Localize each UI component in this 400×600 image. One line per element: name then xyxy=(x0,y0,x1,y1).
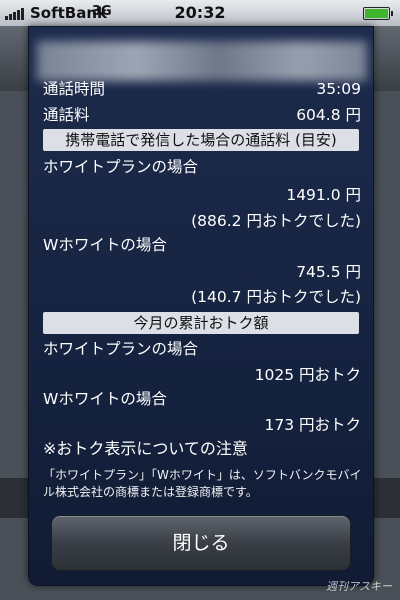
battery-icon xyxy=(363,7,393,20)
monthly-white-plan-label: ホワイトプランの場合 xyxy=(43,340,199,358)
status-bar: SoftBank 3G 20:32 xyxy=(0,0,400,26)
white-plan-value-row: 1491.0 円 xyxy=(43,183,361,207)
monthly-white-plan-value: 1025 円おトク xyxy=(254,366,361,384)
white-plan-label: ホワイトプランの場合 xyxy=(43,158,199,176)
call-fee-label: 通話料 xyxy=(43,106,90,124)
white-plan-value: 1491.0 円 xyxy=(286,186,361,204)
publisher-watermark: 週刊アスキー xyxy=(326,580,392,593)
call-time-label: 通話時間 xyxy=(43,80,106,98)
status-time: 20:32 xyxy=(174,3,226,22)
call-time-value: 35:09 xyxy=(316,80,361,98)
w-white-value: 745.5 円 xyxy=(296,263,361,281)
blurred-contact-header xyxy=(37,41,367,81)
white-plan-saving-row: (886.2 円おトクでした) xyxy=(43,209,361,233)
call-fee-value: 604.8 円 xyxy=(296,106,361,124)
notice-title: ※おトク表示についての注意 xyxy=(43,439,248,458)
monthly-white-plan-row: ホワイトプランの場合 xyxy=(43,337,361,361)
w-white-value-row: 745.5 円 xyxy=(43,260,361,284)
notice-body: 「ホワイトプラン」「Wホワイト」は、ソフトバンクモバイル株式会社の商標または登録… xyxy=(43,468,362,499)
call-cost-sheet: 通話時間 35:09 通話料 604.8 円 携帯電話で発信した場合の通話料 (… xyxy=(28,26,374,586)
call-time-row: 通話時間 35:09 xyxy=(43,77,361,101)
notice-title-row: ※おトク表示についての注意 xyxy=(43,437,361,461)
monthly-w-white-row: Wホワイトの場合 xyxy=(43,387,361,411)
w-white-label: Wホワイトの場合 xyxy=(43,236,167,254)
call-fee-row: 通話料 604.8 円 xyxy=(43,103,361,127)
section-mobile-estimate: 携帯電話で発信した場合の通話料 (目安) xyxy=(43,129,359,151)
w-white-saving-row: (140.7 円おトクでした) xyxy=(43,285,361,309)
monthly-w-white-label: Wホワイトの場合 xyxy=(43,390,167,408)
close-button[interactable]: 閉じる xyxy=(51,515,351,571)
monthly-white-plan-value-row: 1025 円おトク xyxy=(43,363,361,387)
monthly-w-white-value-row: 173 円おトク xyxy=(43,413,361,437)
section-monthly-savings: 今月の累計おトク額 xyxy=(43,312,359,334)
white-plan-row: ホワイトプランの場合 xyxy=(43,155,361,179)
w-white-saving: (140.7 円おトクでした) xyxy=(191,288,361,306)
monthly-w-white-value: 173 円おトク xyxy=(264,416,361,434)
w-white-row: Wホワイトの場合 xyxy=(43,233,361,257)
white-plan-saving: (886.2 円おトクでした) xyxy=(191,212,361,230)
